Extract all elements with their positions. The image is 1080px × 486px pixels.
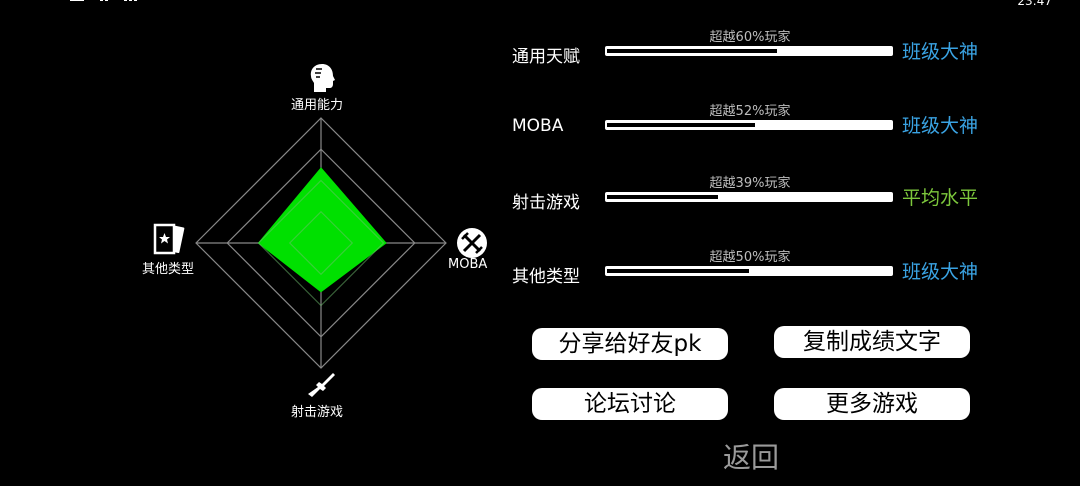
stat-progress-fill <box>607 123 755 127</box>
axis-label-shooter: 射击游戏 <box>291 405 344 420</box>
stat-row-other: 其他类型 超越50%玩家 班级大神 <box>510 246 1070 306</box>
axis-label-general: 通用能力 <box>291 98 344 113</box>
stat-rank: 平均水平 <box>902 187 979 209</box>
stat-rank: 班级大神 <box>902 261 979 283</box>
stat-rank: 班级大神 <box>902 115 979 137</box>
stat-name: MOBA <box>512 116 564 136</box>
stat-name: 射击游戏 <box>512 193 580 213</box>
stat-row-general: 通用天赋 超越60%玩家 班级大神 <box>510 26 1070 86</box>
stat-progress-fill <box>607 49 777 53</box>
signal-icon <box>70 0 137 1</box>
rifle-icon <box>308 373 335 397</box>
back-button[interactable]: 返回 <box>700 436 802 476</box>
stat-progress-bar <box>605 46 893 56</box>
more-games-button[interactable]: 更多游戏 <box>774 388 970 420</box>
stat-progress-fill <box>607 195 718 199</box>
stat-row-moba: MOBA 超越52%玩家 班级大神 <box>510 100 1070 160</box>
stat-row-shooter: 射击游戏 超越39%玩家 平均水平 <box>510 172 1070 232</box>
stat-name: 通用天赋 <box>512 47 580 67</box>
stat-percent-text: 超越39%玩家 <box>709 176 791 191</box>
copy-results-button[interactable]: 复制成绩文字 <box>774 326 970 358</box>
share-pk-button[interactable]: 分享给好友pk <box>532 328 728 360</box>
stat-progress-bar <box>605 120 893 130</box>
stat-percent-text: 超越50%玩家 <box>709 250 791 265</box>
playing-card-icon <box>153 223 185 255</box>
status-time: 23:47 <box>1017 0 1052 8</box>
head-profile-icon <box>310 64 335 92</box>
stat-name: 其他类型 <box>512 267 580 287</box>
axis-label-moba: MOBA <box>448 257 488 272</box>
stat-percent-text: 超越60%玩家 <box>709 30 791 45</box>
stat-progress-bar <box>605 192 893 202</box>
ability-radar: 通用能力 MOBA 射击游戏 其他类型 <box>130 55 510 430</box>
forum-button[interactable]: 论坛讨论 <box>532 388 728 420</box>
crossed-swords-icon <box>457 228 487 258</box>
stat-rank: 班级大神 <box>902 41 979 63</box>
stat-progress-fill <box>607 269 749 273</box>
stat-progress-bar <box>605 266 893 276</box>
status-bar: 23:47 <box>0 0 1080 8</box>
axis-label-other: 其他类型 <box>142 262 195 277</box>
stat-percent-text: 超越52%玩家 <box>709 104 791 119</box>
